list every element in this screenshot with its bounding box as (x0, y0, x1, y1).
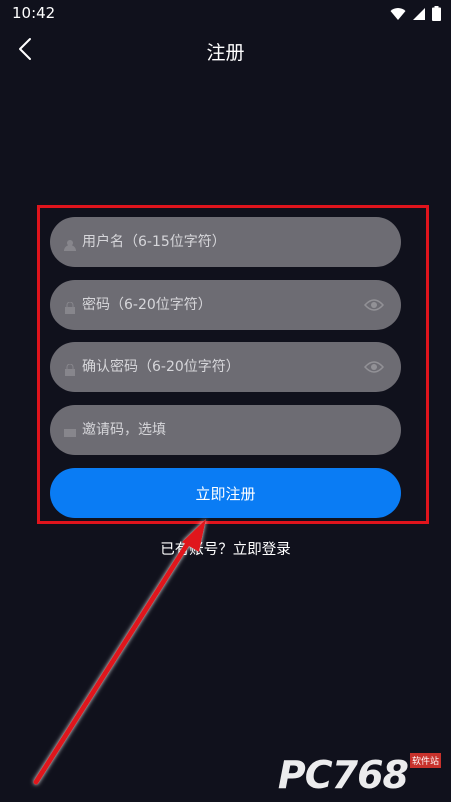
confirm-password-input[interactable] (82, 342, 363, 392)
page-title: 注册 (206, 42, 245, 64)
lock-icon (64, 299, 76, 314)
watermark-logo: PC768 软件站 (278, 753, 441, 794)
lock-icon (64, 361, 76, 376)
register-button[interactable]: 立即注册 (50, 468, 401, 518)
invite-code-input[interactable] (82, 405, 401, 455)
login-link[interactable]: 立即登录 (233, 542, 291, 558)
login-prompt: 已有账号？立即登录 (0, 538, 451, 559)
signal-icon (412, 6, 426, 25)
username-field (50, 217, 401, 267)
nav-bar: 注册 (0, 28, 451, 72)
password-input[interactable] (82, 280, 363, 330)
invite-code-field (50, 405, 401, 455)
watermark-sub-text: 软件站 (409, 753, 441, 768)
watermark-main-text: PC768 (277, 753, 409, 797)
password-field (50, 280, 401, 330)
show-password-eye-icon[interactable] (363, 294, 385, 316)
status-time: 10:42 (12, 4, 56, 22)
show-confirm-password-eye-icon[interactable] (363, 356, 385, 378)
login-prompt-text: 已有账号？ (160, 542, 233, 558)
battery-icon (432, 6, 441, 25)
user-icon (64, 236, 76, 251)
status-icons (390, 6, 441, 25)
status-bar: 10:42 (0, 0, 451, 28)
ticket-icon (64, 424, 76, 437)
wifi-icon (390, 6, 406, 25)
confirm-password-field (50, 342, 401, 392)
username-input[interactable] (82, 217, 401, 267)
